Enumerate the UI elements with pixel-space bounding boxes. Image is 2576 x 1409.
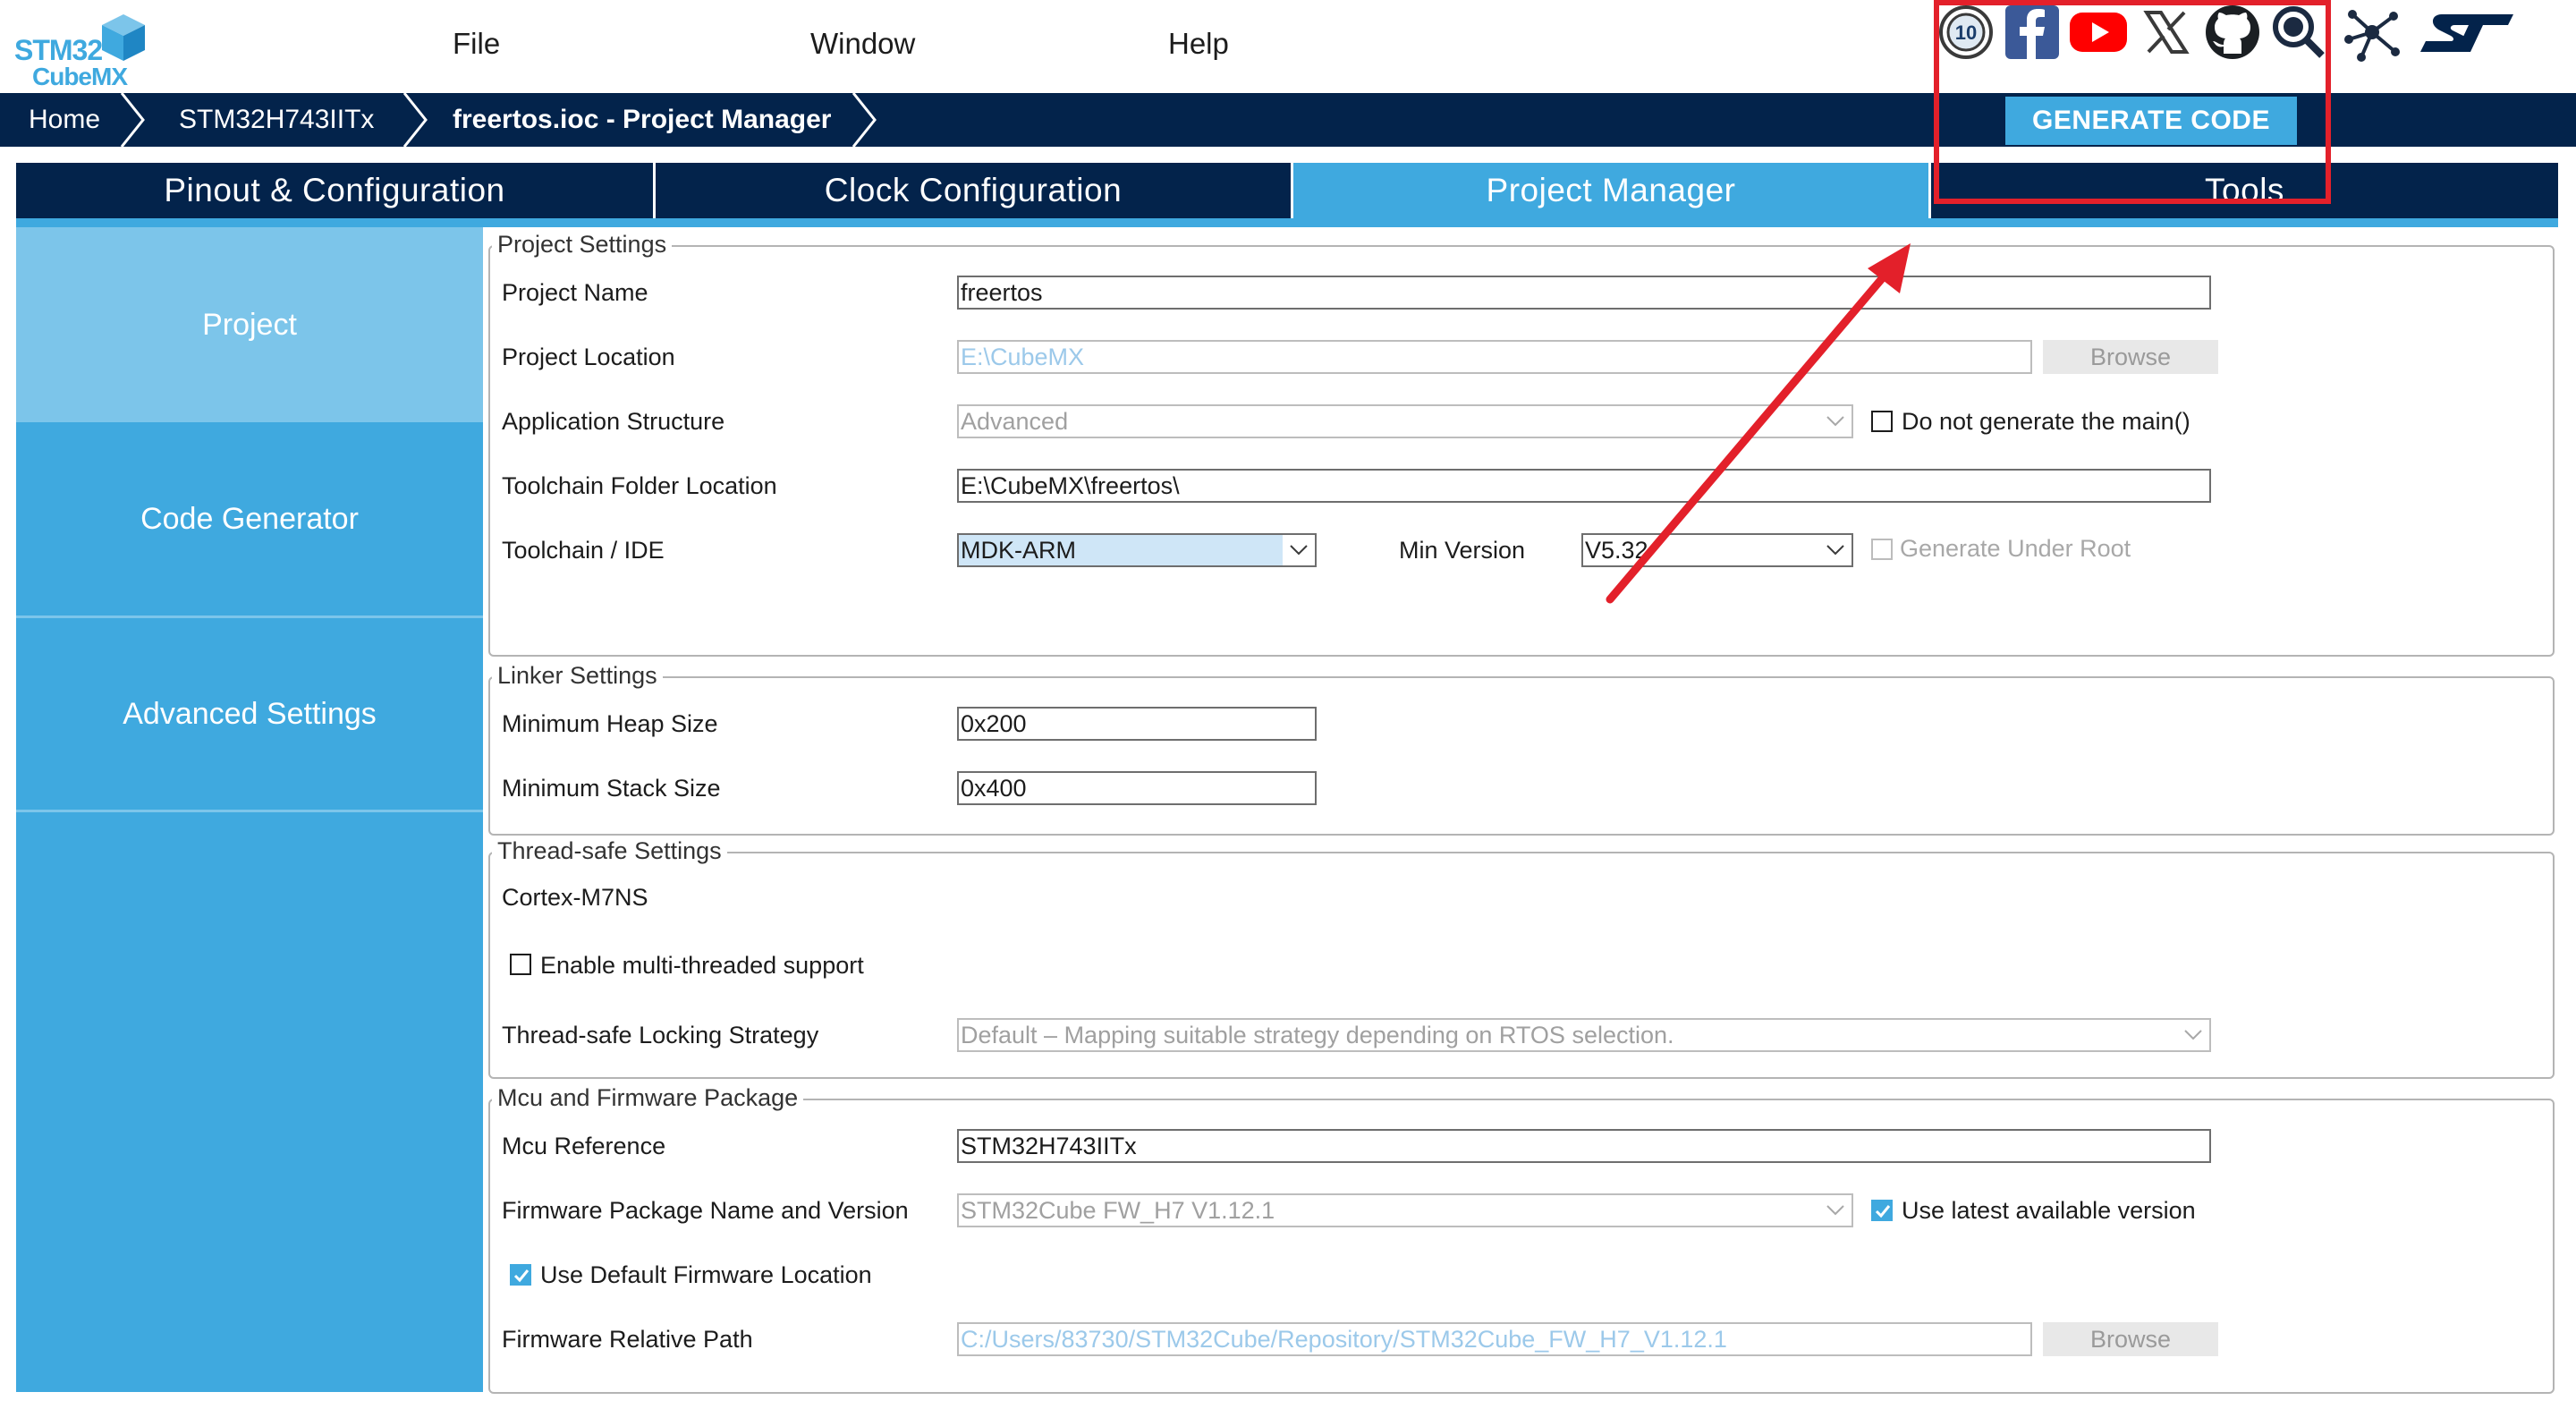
group-title-mcu-firmware: Mcu and Firmware Package: [492, 1084, 804, 1112]
group-title-thread-safe-settings: Thread-safe Settings: [492, 837, 727, 865]
breadcrumb-home[interactable]: Home: [29, 105, 100, 135]
tab-pinout-configuration[interactable]: Pinout & Configuration: [16, 163, 653, 218]
check-icon: [1875, 1205, 1891, 1218]
chevron-down-icon: [1819, 406, 1852, 437]
group-title-project-settings: Project Settings: [492, 231, 673, 259]
sidebar-item-project[interactable]: Project: [16, 227, 483, 422]
sidebar-item-advanced-settings[interactable]: Advanced Settings: [16, 618, 483, 810]
do-not-generate-main-label: Do not generate the main(): [1902, 408, 2190, 435]
firmware-package-label: Firmware Package Name and Version: [502, 1197, 909, 1224]
stm32cubemx-logo: STM32 CubeMX: [14, 11, 148, 90]
do-not-generate-main-checkbox[interactable]: [1871, 411, 1893, 432]
project-location-label: Project Location: [502, 344, 675, 370]
project-location-input[interactable]: E:\CubeMX: [957, 340, 2032, 374]
sidebar: Project Code Generator Advanced Settings: [16, 227, 483, 1392]
multi-threaded-support-label: Enable multi-threaded support: [540, 952, 864, 979]
menu-help[interactable]: Help: [1168, 27, 1229, 61]
min-version-value: V5.32: [1585, 537, 1648, 564]
chevron-down-icon: [1819, 1195, 1852, 1226]
tab-underline: [16, 218, 2558, 227]
tab-project-manager[interactable]: Project Manager: [1293, 163, 1928, 218]
min-version-select[interactable]: V5.32: [1581, 533, 1853, 567]
project-name-label: Project Name: [502, 279, 648, 306]
toolchain-folder-input[interactable]: E:\CubeMX\freertos\: [957, 469, 2211, 503]
project-location-browse-button[interactable]: Browse: [2043, 340, 2218, 374]
chevron-down-icon: [1283, 535, 1315, 565]
chevron-right-icon: [120, 93, 145, 147]
project-name-input[interactable]: freertos: [957, 276, 2211, 310]
toolchain-ide-select[interactable]: MDK-ARM: [957, 533, 1317, 567]
locking-strategy-select[interactable]: Default – Mapping suitable strategy depe…: [957, 1018, 2211, 1052]
linker-settings-group: [488, 676, 2555, 836]
application-structure-value: Advanced: [961, 408, 1069, 435]
firmware-package-value: STM32Cube FW_H7 V1.12.1: [961, 1197, 1275, 1224]
locking-strategy-value: Default – Mapping suitable strategy depe…: [961, 1022, 1674, 1048]
breadcrumb-mcu[interactable]: STM32H743IITx: [179, 105, 374, 135]
toolchain-ide-label: Toolchain / IDE: [502, 537, 665, 564]
group-title-linker-settings: Linker Settings: [492, 662, 663, 690]
minimum-stack-size-input[interactable]: 0x400: [957, 771, 1317, 805]
minimum-heap-size-input[interactable]: 0x200: [957, 707, 1317, 741]
multi-threaded-support-checkbox[interactable]: [510, 954, 531, 975]
min-version-label: Min Version: [1399, 537, 1526, 564]
tab-clock-configuration[interactable]: Clock Configuration: [656, 163, 1291, 218]
chevron-right-icon: [852, 93, 877, 147]
chevron-right-icon: [402, 93, 428, 147]
breadcrumb-project-manager[interactable]: freertos.ioc - Project Manager: [453, 105, 831, 135]
firmware-package-select[interactable]: STM32Cube FW_H7 V1.12.1: [957, 1193, 1853, 1227]
mcu-reference-label: Mcu Reference: [502, 1133, 666, 1159]
firmware-relative-path-label: Firmware Relative Path: [502, 1326, 753, 1353]
use-default-firmware-location-checkbox[interactable]: [510, 1264, 531, 1286]
firmware-path-browse-button[interactable]: Browse: [2043, 1322, 2218, 1356]
locking-strategy-label: Thread-safe Locking Strategy: [502, 1022, 819, 1048]
logo-text-cubemx: CubeMX: [32, 63, 128, 90]
st-logo-icon[interactable]: [2415, 0, 2522, 64]
minimum-heap-size-label: Minimum Heap Size: [502, 710, 718, 737]
minimum-stack-size-label: Minimum Stack Size: [502, 775, 721, 802]
mcu-reference-input[interactable]: STM32H743IITx: [957, 1129, 2211, 1163]
annotation-highlight-box: [1934, 0, 2331, 204]
use-latest-version-label: Use latest available version: [1902, 1197, 2196, 1224]
firmware-relative-path-input[interactable]: C:/Users/83730/STM32Cube/Repository/STM3…: [957, 1322, 2032, 1356]
sidebar-divider: [16, 810, 483, 812]
generate-under-root-label: Generate Under Root: [1900, 535, 2131, 562]
use-latest-version-checkbox[interactable]: [1871, 1200, 1893, 1221]
application-structure-select[interactable]: Advanced: [957, 404, 1853, 438]
chevron-down-icon: [1819, 535, 1852, 565]
chevron-down-icon: [2177, 1020, 2209, 1050]
toolchain-folder-label: Toolchain Folder Location: [502, 472, 777, 499]
menu-file[interactable]: File: [453, 27, 500, 61]
network-icon[interactable]: [2340, 0, 2404, 64]
cube-icon: [102, 14, 145, 61]
core-name-label: Cortex-M7NS: [502, 884, 648, 911]
sidebar-item-code-generator[interactable]: Code Generator: [16, 422, 483, 615]
use-default-firmware-location-label: Use Default Firmware Location: [540, 1261, 872, 1288]
check-icon: [513, 1269, 530, 1283]
generate-under-root-checkbox[interactable]: [1871, 539, 1893, 560]
application-structure-label: Application Structure: [502, 408, 725, 435]
toolchain-ide-value: MDK-ARM: [961, 537, 1076, 564]
menu-window[interactable]: Window: [810, 27, 915, 61]
